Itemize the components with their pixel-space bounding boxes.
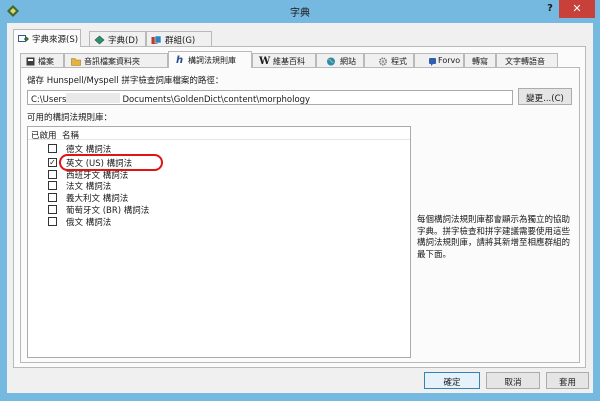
path-field[interactable]: C:\Users Documents\GoldenDict\content\mor…	[27, 90, 513, 105]
change-path-button[interactable]: 變更...(C)	[518, 88, 572, 105]
morphology-description: 每個構詞法規則庫都會顯示為獨立的協助字典。拼字檢查和拼字建議需要使用這些構詞法規…	[417, 215, 571, 260]
list-item[interactable]: 法文 構詞法	[28, 180, 410, 192]
tab-dictionaries[interactable]: 字典(D)	[89, 31, 146, 46]
enable-checkbox[interactable]	[48, 170, 57, 179]
window-title: 字典	[290, 8, 310, 19]
rule-name: 葡萄牙文 (BR) 構詞法	[66, 206, 150, 216]
enable-checkbox[interactable]	[48, 144, 57, 153]
dictionary-window: 字典 ? ✕ 字典來源(S) 字典(D) 群組(G) 檔案 音訊檔案資料夾 h …	[0, 0, 600, 401]
tab-morphology[interactable]: h 構詞法規則庫	[168, 51, 252, 68]
tab-wikipedia-label: 維基百科	[273, 57, 305, 66]
enable-checkbox[interactable]	[48, 217, 57, 226]
gear-icon	[378, 57, 388, 66]
ok-button[interactable]: 確定	[424, 372, 480, 389]
apply-button[interactable]: 套用	[546, 372, 589, 389]
tab-programs[interactable]: 程式	[364, 53, 414, 67]
rule-name: 義大利文 構詞法	[66, 194, 129, 204]
list-header: 已啟用 名稱	[28, 127, 410, 141]
dictionary-icon	[94, 35, 105, 45]
available-label: 可用的構詞法規則庫：	[27, 113, 113, 123]
tab-files-label: 檔案	[38, 57, 54, 66]
tab-dictionary-sources-label: 字典來源(S)	[32, 35, 79, 45]
redacted-username	[66, 93, 121, 103]
list-item[interactable]: 俄文 構詞法	[28, 216, 410, 228]
tab-groups-label: 群組(G)	[165, 36, 196, 46]
morphology-icon: h	[176, 55, 184, 66]
tab-dictionary-sources[interactable]: 字典來源(S)	[13, 29, 81, 47]
tab-groups[interactable]: 群組(G)	[146, 31, 212, 46]
enable-checkbox[interactable]	[48, 205, 57, 214]
path-label: 儲存 Hunspell/Myspell 拼字檢查詞庫檔案的路徑：	[27, 76, 224, 86]
annotation-highlight-ring	[59, 154, 163, 171]
close-button[interactable]: ✕	[559, 0, 595, 18]
tab-wikipedia[interactable]: W 維基百科	[252, 53, 316, 67]
cancel-button[interactable]: 取消	[486, 372, 540, 389]
tab-websites[interactable]: 網站	[316, 53, 364, 67]
path-prefix: C:\Users	[31, 95, 67, 105]
tab-sound-dirs[interactable]: 音訊檔案資料夾	[64, 53, 168, 67]
morphology-list[interactable]: 已啟用 名稱 德文 構詞法 ✓ 英文 (US) 構詞法 西班牙文 構詞法 法文 …	[27, 126, 411, 358]
wikipedia-icon: W	[259, 56, 271, 67]
enable-checkbox[interactable]: ✓	[48, 158, 57, 167]
dictionary-sources-panel: 檔案 音訊檔案資料夾 h 構詞法規則庫 W 維基百科 網站 程式 Forvo 轉…	[13, 46, 586, 368]
rule-name: 俄文 構詞法	[66, 218, 112, 228]
tab-text-to-speech-label: 文字轉語音	[505, 57, 545, 66]
title-bar[interactable]: 字典 ? ✕	[0, 0, 600, 23]
folder-icon	[71, 57, 81, 66]
tab-sound-dirs-label: 音訊檔案資料夾	[84, 57, 140, 66]
groups-icon	[151, 35, 162, 45]
header-enabled[interactable]: 已啟用	[31, 129, 57, 141]
files-icon	[26, 57, 36, 66]
tab-files[interactable]: 檔案	[20, 53, 64, 67]
dictionary-sources-icon	[18, 34, 29, 44]
enable-checkbox[interactable]	[48, 181, 57, 190]
dialog-body: 字典來源(S) 字典(D) 群組(G) 檔案 音訊檔案資料夾 h 構詞法規則庫 …	[7, 23, 593, 393]
help-button[interactable]: ?	[541, 3, 559, 18]
list-item[interactable]: 德文 構詞法	[28, 143, 410, 155]
tab-dictionaries-label: 字典(D)	[108, 36, 139, 46]
rule-name: 法文 構詞法	[66, 182, 112, 192]
globe-icon	[326, 57, 336, 66]
tab-forvo-label: Forvo	[438, 56, 461, 65]
tab-text-to-speech[interactable]: 文字轉語音	[496, 53, 558, 67]
list-item[interactable]: 義大利文 構詞法	[28, 192, 410, 204]
tab-programs-label: 程式	[391, 57, 407, 66]
forvo-icon	[428, 57, 438, 66]
morphology-panel: 儲存 Hunspell/Myspell 拼字檢查詞庫檔案的路徑： C:\User…	[20, 67, 580, 363]
list-item[interactable]: 葡萄牙文 (BR) 構詞法	[28, 204, 410, 216]
enable-checkbox[interactable]	[48, 193, 57, 202]
tab-transliteration-label: 轉寫	[472, 57, 488, 66]
tab-forvo[interactable]: Forvo	[414, 53, 464, 67]
tab-transliteration[interactable]: 轉寫	[464, 53, 496, 67]
header-name[interactable]: 名稱	[62, 129, 79, 141]
tab-morphology-label: 構詞法規則庫	[188, 56, 236, 65]
path-suffix: Documents\GoldenDict\content\morphology	[122, 95, 311, 105]
tab-websites-label: 網站	[340, 57, 356, 66]
